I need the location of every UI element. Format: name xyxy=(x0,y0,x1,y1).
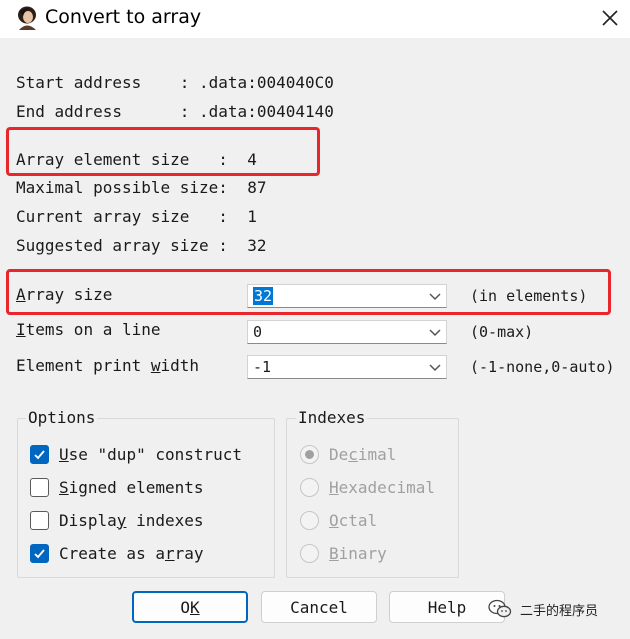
close-button[interactable] xyxy=(596,4,624,32)
element-size-text: Array element size : 4 xyxy=(16,150,257,169)
items-on-line-label: Items on a line xyxy=(16,320,161,339)
ida-lady-icon xyxy=(18,6,36,30)
print-width-hint: (-1-none,0-auto) xyxy=(470,358,615,376)
title-bar: Convert to array xyxy=(0,0,630,38)
watermark-text: 二手的程序员 xyxy=(520,603,599,619)
radio-unselected[interactable] xyxy=(300,477,319,497)
dialog-body: Start address : .data:004040C0 End addre… xyxy=(0,38,630,639)
index-label: Hexadecimal xyxy=(329,477,435,497)
maximal-size-text: Maximal possible size: 87 xyxy=(16,178,267,197)
items-on-line-value: 0 xyxy=(253,323,263,341)
chevron-down-icon xyxy=(429,329,441,337)
start-address-text: Start address : .data:004040C0 xyxy=(16,73,334,92)
option-create-as-array[interactable]: Create as array xyxy=(30,542,204,564)
array-size-hint: (in elements) xyxy=(470,287,588,305)
option-use-dup[interactable]: Use "dup" construct xyxy=(30,443,242,465)
print-width-combo[interactable]: -1 xyxy=(247,355,447,379)
option-label: Create as array xyxy=(59,543,204,563)
current-size-text: Current array size : 1 xyxy=(16,207,257,226)
radio-unselected[interactable] xyxy=(300,510,319,530)
index-label: Binary xyxy=(329,543,387,563)
option-signed-elements[interactable]: Signed elements xyxy=(30,476,204,498)
print-width-value: -1 xyxy=(253,358,272,376)
items-on-line-hint: (0-max) xyxy=(470,323,534,341)
index-decimal[interactable]: Decimal xyxy=(300,443,396,465)
checkmark-icon xyxy=(34,449,45,459)
checkbox-unchecked[interactable] xyxy=(30,510,49,530)
window-title: Convert to array xyxy=(45,6,202,28)
option-display-indexes[interactable]: Display indexes xyxy=(30,509,204,531)
wechat-icon xyxy=(488,599,512,618)
items-on-line-combo[interactable]: 0 xyxy=(247,320,447,344)
close-icon xyxy=(602,10,618,26)
index-octal[interactable]: Octal xyxy=(300,509,377,531)
ok-button[interactable]: OK xyxy=(132,591,248,623)
radio-selected[interactable] xyxy=(300,444,319,464)
option-label: Display indexes xyxy=(59,510,204,530)
suggested-size-text: Suggested array size : 32 xyxy=(16,236,267,255)
index-binary[interactable]: Binary xyxy=(300,542,387,564)
print-width-label: Element print width xyxy=(16,356,200,375)
index-hexadecimal[interactable]: Hexadecimal xyxy=(300,476,435,498)
index-label: Octal xyxy=(329,510,378,530)
checkbox-unchecked[interactable] xyxy=(30,477,49,497)
cancel-button[interactable]: Cancel xyxy=(261,591,377,623)
end-address-text: End address : .data:00404140 xyxy=(16,102,334,121)
index-label: Decimal xyxy=(329,444,397,464)
chevron-down-icon xyxy=(429,364,441,372)
radio-unselected[interactable] xyxy=(300,543,319,563)
chevron-down-icon xyxy=(429,293,441,301)
checkbox-checked[interactable] xyxy=(30,444,49,464)
array-size-label: Array size xyxy=(16,285,113,304)
checkmark-icon xyxy=(34,548,45,558)
checkbox-checked[interactable] xyxy=(30,543,49,563)
indexes-group-title: Indexes xyxy=(296,408,368,427)
watermark: 二手的程序员 xyxy=(488,599,598,619)
array-size-combo[interactable]: 32 xyxy=(247,284,447,308)
option-label: Signed elements xyxy=(59,477,204,497)
option-label: Use "dup" construct xyxy=(59,444,243,464)
array-size-value: 32 xyxy=(253,287,274,305)
options-group-title: Options xyxy=(26,408,98,427)
